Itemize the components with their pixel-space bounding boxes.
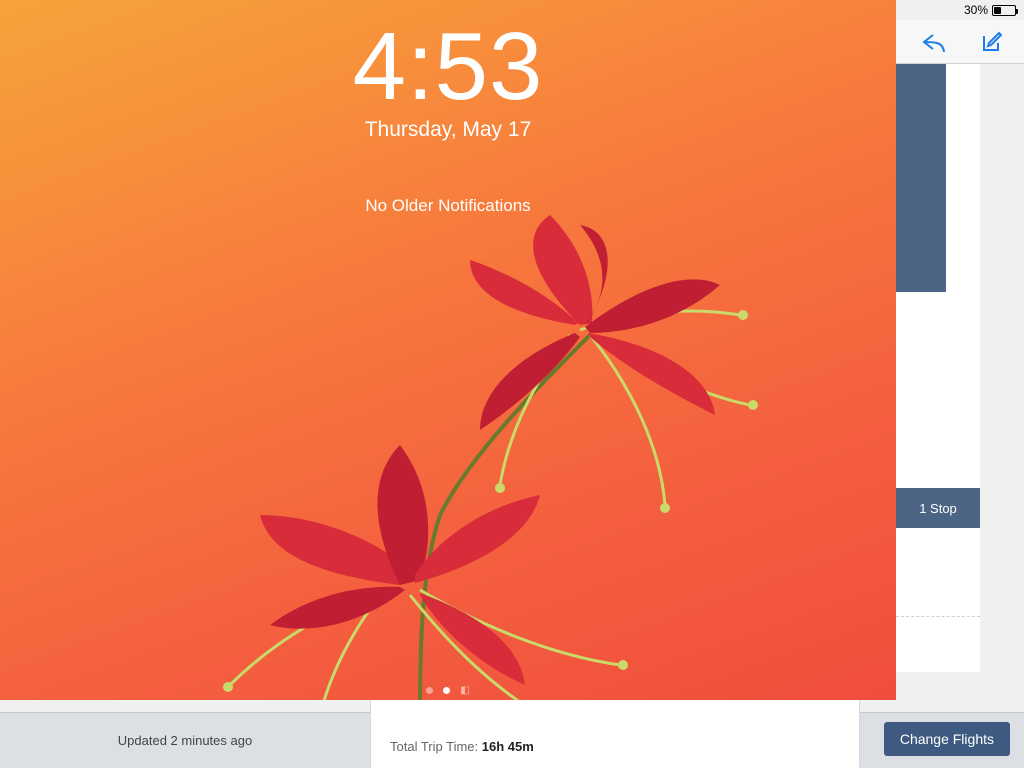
battery-percent-label: 30% xyxy=(964,3,988,17)
lockscreen-date: Thursday, May 17 xyxy=(0,118,896,142)
battery-fill xyxy=(994,7,1001,14)
trip-time-label: Total Trip Time: xyxy=(390,739,482,754)
lockscreen-no-notifications: No Older Notifications xyxy=(0,196,896,216)
page-dot-2[interactable] xyxy=(443,687,450,694)
status-bar: 30% xyxy=(956,0,1024,20)
reply-icon[interactable] xyxy=(920,28,948,56)
trip-time-row: Total Trip Time: 16h 45m xyxy=(390,739,534,754)
updated-label: Updated 2 minutes ago xyxy=(0,733,370,748)
trip-time-value: 16h 45m xyxy=(482,739,534,754)
compose-icon[interactable] xyxy=(978,28,1006,56)
camera-icon[interactable]: ◧ xyxy=(460,687,469,694)
side-column: 1 Stop xyxy=(896,64,980,672)
side-divider xyxy=(896,616,980,617)
side-header-block xyxy=(896,64,946,292)
screen-root: 30% 1 Stop Updated 2 minutes ago xyxy=(0,0,1024,768)
lockscreen[interactable]: 4:53 Thursday, May 17 No Older Notificat… xyxy=(0,0,896,700)
page-dot-1[interactable] xyxy=(426,687,433,694)
stops-badge[interactable]: 1 Stop xyxy=(896,488,980,528)
page-indicator[interactable]: ◧ xyxy=(0,687,896,694)
side-toolbar xyxy=(896,20,1024,64)
lockscreen-time: 4:53 xyxy=(0,12,896,122)
change-flights-button[interactable]: Change Flights xyxy=(884,722,1010,756)
bottom-bar: Updated 2 minutes ago Total Trip Time: 1… xyxy=(0,712,1024,768)
wallpaper-flower xyxy=(120,215,780,700)
battery-icon xyxy=(992,5,1016,16)
